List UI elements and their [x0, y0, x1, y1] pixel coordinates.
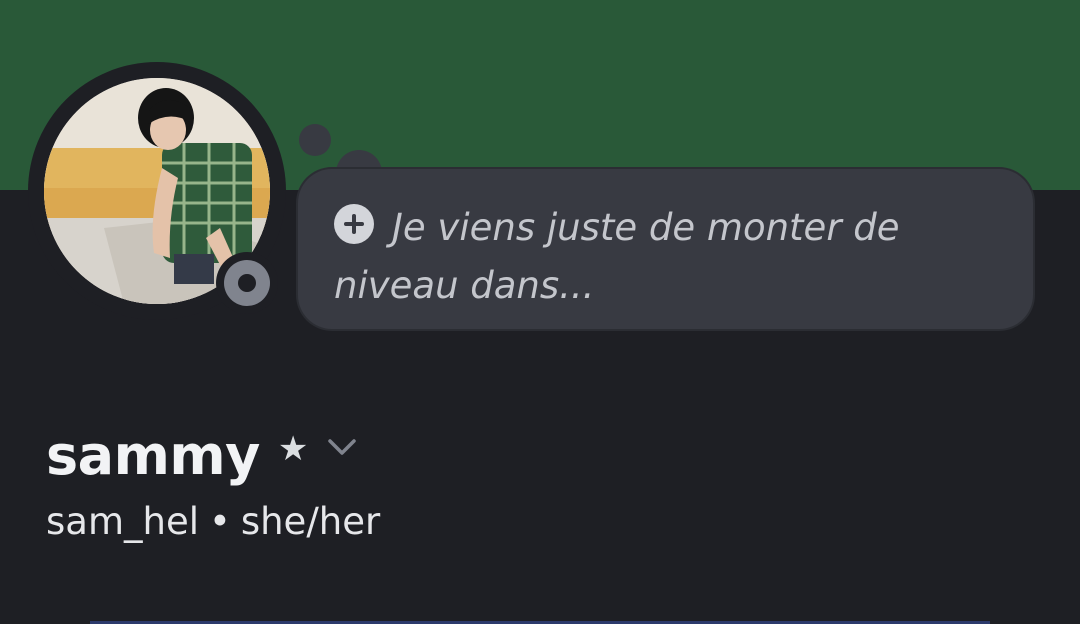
pronouns: she/her	[240, 500, 381, 543]
status-bubble-content: Je viens juste de monter de niveau dans.…	[334, 199, 993, 315]
display-name: sammy	[46, 423, 260, 487]
profile-screen: Je viens juste de monter de niveau dans.…	[0, 0, 1080, 624]
username: sam_hel	[46, 500, 199, 543]
name-row: sammy ★	[46, 420, 358, 490]
separator-dot: •	[209, 500, 231, 543]
plus-circle-icon[interactable]	[334, 204, 374, 244]
username-pronouns: sam_hel • she/her	[46, 500, 380, 543]
thought-bubble-dot-small	[299, 124, 331, 156]
chevron-down-icon[interactable]	[326, 437, 358, 457]
star-icon[interactable]: ★	[278, 429, 308, 469]
status-message: Je viens juste de monter de niveau dans.…	[334, 206, 900, 307]
status-indicator-hole	[238, 274, 256, 292]
status-bubble[interactable]: Je viens juste de monter de niveau dans.…	[298, 169, 1033, 329]
